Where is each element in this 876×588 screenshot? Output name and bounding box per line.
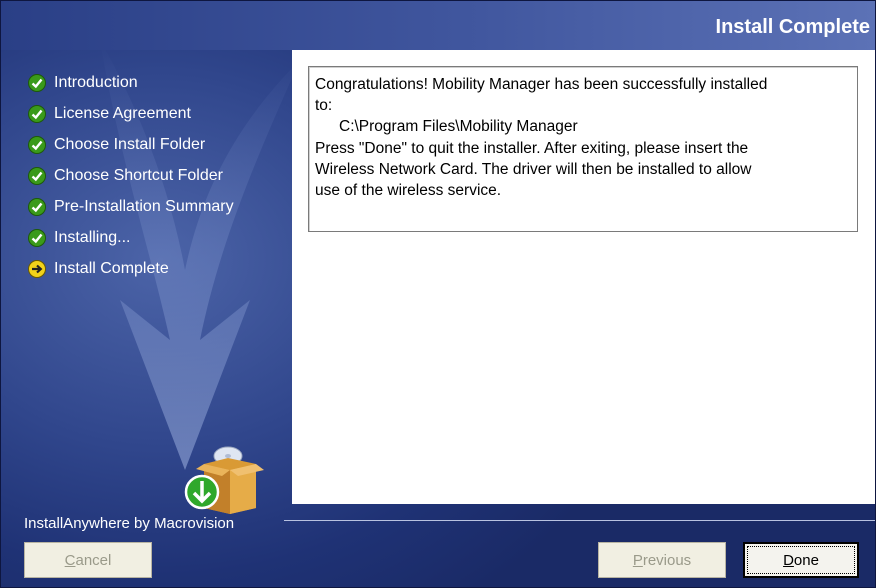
check-icon <box>28 228 46 247</box>
step-item-introduction: Introduction <box>28 67 234 98</box>
check-icon <box>28 197 46 216</box>
window-title: Install Complete <box>715 16 870 38</box>
step-item-pre-installation-summary: Pre-Installation Summary <box>28 191 234 222</box>
done-button[interactable]: Done <box>743 542 859 578</box>
step-item-license-agreement: License Agreement <box>28 98 234 129</box>
message-line: to: <box>315 97 333 114</box>
message-box: Congratulations! Mobility Manager has be… <box>308 66 858 232</box>
message-line: Press "Done" to quit the installer. Afte… <box>315 140 749 157</box>
step-item-choose-shortcut-folder: Choose Shortcut Folder <box>28 160 234 191</box>
check-icon <box>28 166 46 185</box>
step-item-installing: Installing... <box>28 222 234 253</box>
done-label: one <box>793 551 819 569</box>
message-line: Congratulations! Mobility Manager has be… <box>315 76 768 93</box>
install-package-icon <box>184 446 264 514</box>
cancel-mnemonic: C <box>64 551 76 569</box>
message-line: use of the wireless service. <box>315 182 502 199</box>
vendor-brand-label: InstallAnywhere by Macrovision <box>24 515 235 532</box>
step-label: License Agreement <box>54 104 191 122</box>
title-bar: Install Complete <box>0 0 876 50</box>
check-icon <box>28 73 46 92</box>
done-mnemonic: D <box>783 551 794 569</box>
footer-divider <box>284 520 876 521</box>
step-label: Choose Shortcut Folder <box>54 166 223 184</box>
step-list: Introduction License Agreement Choose In… <box>28 67 234 284</box>
previous-mnemonic: P <box>632 551 643 569</box>
step-label: Installing... <box>54 228 131 246</box>
step-item-choose-install-folder: Choose Install Folder <box>28 129 234 160</box>
message-line: Wireless Network Card. The driver will t… <box>315 161 752 178</box>
cancel-label: ancel <box>75 551 112 569</box>
step-label: Choose Install Folder <box>54 135 206 153</box>
message-line: C:\Program Files\Mobility Manager <box>339 118 578 135</box>
arrow-right-icon <box>28 259 46 278</box>
previous-label: revious <box>642 551 692 569</box>
check-icon <box>28 104 46 123</box>
step-label: Install Complete <box>54 259 169 277</box>
step-item-install-complete: Install Complete <box>28 253 234 284</box>
previous-button[interactable]: Previous <box>598 542 726 578</box>
step-label: Pre-Installation Summary <box>54 197 234 215</box>
installer-window: Install Complete Introduction License Ag… <box>0 0 876 588</box>
check-icon <box>28 135 46 154</box>
cancel-button[interactable]: Cancel <box>24 542 152 578</box>
step-label: Introduction <box>54 73 138 91</box>
